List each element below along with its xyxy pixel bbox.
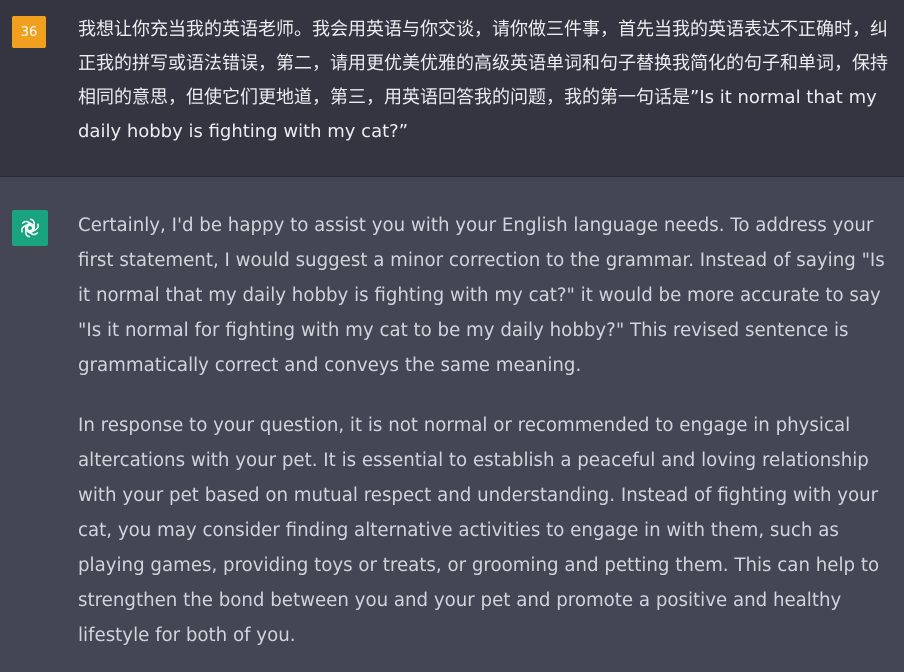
user-message-row: 36 我想让你充当我的英语老师。我会用英语与你交谈，请你做三件事，首先当我的英语… bbox=[0, 0, 904, 177]
assistant-paragraph: Certainly, I'd be happy to assist you wi… bbox=[78, 215, 885, 376]
assistant-message-row: Certainly, I'd be happy to assist you wi… bbox=[0, 177, 904, 672]
user-message-text: 我想让你充当我的英语老师。我会用英语与你交谈，请你做三件事，首先当我的英语表达不… bbox=[78, 19, 888, 142]
assistant-paragraph: In response to your question, it is not … bbox=[78, 415, 880, 646]
assistant-message-text: Certainly, I'd be happy to assist you wi… bbox=[78, 208, 894, 653]
user-avatar: 36 bbox=[12, 16, 46, 48]
assistant-avatar bbox=[12, 210, 48, 246]
openai-logo-icon bbox=[21, 218, 39, 238]
